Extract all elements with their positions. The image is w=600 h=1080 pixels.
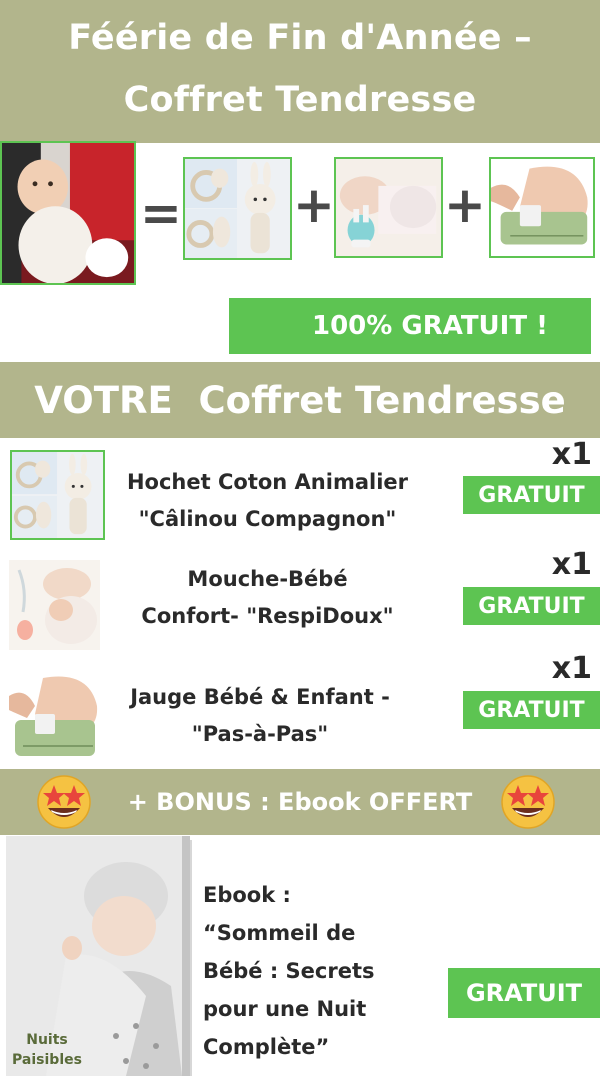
item-quantity: x1 — [551, 651, 592, 686]
foot-gauge-photo — [9, 670, 100, 761]
ebook-cover-title: Nuits Paisibles — [6, 1030, 88, 1070]
ebook-line-1: Ebook : — [203, 883, 291, 907]
plus-sign: + — [444, 176, 486, 234]
ebook-description: Ebook : “Sommeil de Bébé : Secrets pour … — [203, 876, 443, 1066]
item-quantity: x1 — [551, 547, 592, 582]
item-name-line-2: "Câlinou Compagnon" — [138, 507, 397, 531]
foot-gauge-photo — [489, 157, 595, 258]
ebook-line-4: pour une Nuit — [203, 997, 367, 1021]
item-price-badge: GRATUIT — [463, 691, 600, 729]
item-name-line-1: Jauge Bébé & Enfant - — [130, 685, 390, 709]
baby-photo — [0, 141, 136, 285]
item-name-line-1: Hochet Coton Animalier — [126, 470, 408, 494]
item-name-line-1: Mouche-Bébé — [187, 567, 348, 591]
item-name: Hochet Coton Animalier "Câlinou Compagno… — [105, 464, 430, 538]
ebook-line-2: “Sommeil de — [203, 921, 356, 945]
nasal-aspirator-photo — [9, 560, 100, 650]
star-struck-emoji-icon — [500, 774, 556, 830]
item-price-badge: GRATUIT — [463, 476, 600, 514]
item-name: Mouche-Bébé Confort- "RespiDoux" — [105, 561, 430, 635]
nasal-aspirator-photo — [334, 157, 443, 258]
ebook-price-badge: GRATUIT — [448, 968, 600, 1018]
free-offer-badge: 100% GRATUIT ! — [229, 298, 591, 354]
section-title: VOTRE Coffret Tendresse — [34, 378, 566, 422]
ebook-line-3: Bébé : Secrets — [203, 959, 375, 983]
page-title-line-2: Coffret Tendresse — [123, 80, 477, 120]
plus-sign: + — [293, 176, 335, 234]
equals-sign: = — [140, 184, 182, 242]
page-title-line-1: Féérie de Fin d'Année – — [68, 18, 532, 58]
ebook-cover-title-line-2: Paisibles — [12, 1052, 82, 1068]
ebook-cover-title-line-1: Nuits — [26, 1032, 68, 1048]
item-name-line-2: Confort- "RespiDoux" — [141, 604, 394, 628]
rattle-toys-photo — [10, 450, 105, 540]
item-quantity: x1 — [551, 437, 592, 472]
rattle-toys-photo — [183, 157, 292, 260]
item-price-badge: GRATUIT — [463, 587, 600, 625]
ebook-line-5: Complète” — [203, 1035, 330, 1059]
item-name: Jauge Bébé & Enfant - "Pas-à-Pas" — [100, 679, 420, 753]
item-name-line-2: "Pas-à-Pas" — [191, 722, 329, 746]
